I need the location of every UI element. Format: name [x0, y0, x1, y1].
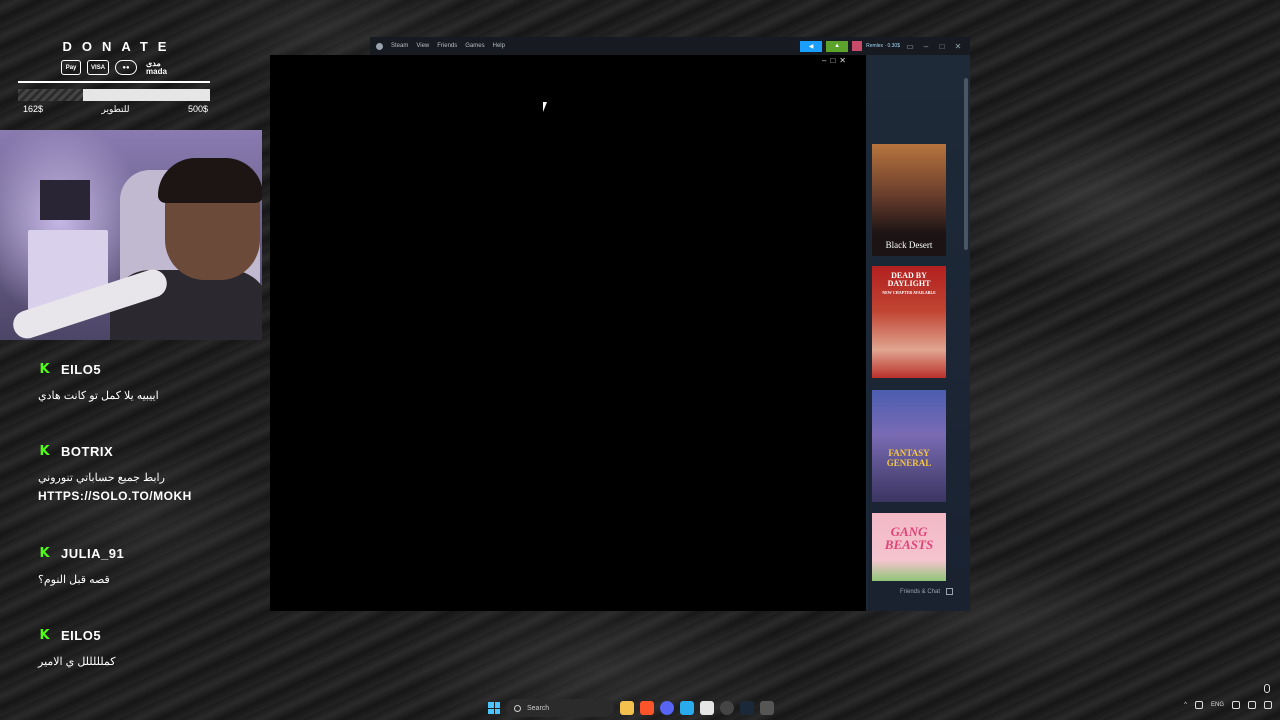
steam-logo-icon — [376, 42, 383, 50]
kick-icon: K — [39, 545, 50, 561]
kick-icon: K — [39, 361, 50, 377]
network-icon[interactable] — [1232, 701, 1240, 709]
goal-current: 162$ — [23, 104, 44, 114]
close-icon[interactable]: ✕ — [839, 56, 846, 65]
file-explorer-icon[interactable] — [620, 701, 634, 715]
donate-widget: DONATE Pay VISA ●● مدى mada 162$ للتطوير… — [18, 30, 213, 122]
donate-title: DONATE — [62, 39, 177, 54]
game-cover[interactable]: DEAD BY DAYLIGHT NEW CHAPTER AVAILABLE — [872, 266, 946, 378]
chat-message: K EILO5 اييبيه يلا كمل تو كانت هادي — [38, 358, 268, 404]
friends-chat-button[interactable]: Friends & Chat — [900, 588, 954, 595]
settings-icon[interactable] — [1264, 701, 1272, 709]
steam-titlebar: Steam View Friends Games Help ◀ ▲ Remlex… — [370, 37, 970, 55]
calendar-icon[interactable] — [700, 701, 714, 715]
chat-message: K BOTRIX رابط جميع حساباتي تنوروني HTTPS… — [38, 440, 268, 504]
kick-icon: K — [39, 627, 50, 643]
maximize-icon[interactable]: □ — [936, 42, 948, 51]
kick-icon: K — [39, 443, 50, 459]
game-title: FANTASY GENERAL — [886, 448, 932, 468]
chat-username: BOTRIX — [61, 443, 114, 459]
game-cover[interactable]: GANG BEASTS — [872, 513, 946, 581]
app-icon[interactable] — [760, 701, 774, 715]
brave-icon[interactable] — [640, 701, 654, 715]
microphone-icon[interactable] — [1194, 701, 1203, 709]
taskbar: Search ^ ENG — [0, 696, 1280, 720]
visa-icon: VISA — [87, 60, 110, 75]
goal-label: للتطوير — [101, 104, 130, 114]
chat-text: اييبيه يلا كمل تو كانت هادي — [38, 390, 159, 402]
mastercard-icon: ●● — [115, 60, 138, 75]
goal-labels: 162$ للتطوير 500$ — [18, 104, 210, 115]
chat-icon — [946, 588, 954, 595]
menu-games[interactable]: Games — [465, 43, 484, 49]
discord-icon[interactable] — [660, 701, 674, 715]
announcements-button[interactable]: ◀ — [800, 40, 823, 52]
mada-icon: مدى mada — [146, 58, 167, 76]
notifications-button[interactable]: ▲ — [826, 40, 849, 52]
cursor-icon — [543, 102, 551, 112]
avatar[interactable] — [852, 41, 863, 51]
chat-text: قصه قبل النوم؟ — [38, 574, 110, 586]
minimize-icon[interactable]: – — [822, 56, 826, 65]
steam-icon[interactable] — [740, 701, 754, 715]
search-input[interactable]: Search — [506, 699, 614, 717]
microphone-icon — [1264, 684, 1270, 693]
steam-menu: Steam View Friends Games Help — [370, 42, 505, 50]
close-icon[interactable]: ✕ — [952, 42, 964, 51]
chat-username: EILO5 — [61, 627, 102, 643]
language-indicator[interactable]: ENG — [1211, 702, 1224, 708]
obs-icon[interactable] — [720, 701, 734, 715]
menu-friends[interactable]: Friends — [437, 43, 457, 49]
account-name[interactable]: Remlex · 0.30$ — [866, 43, 900, 49]
chat-message: K JULIA_91 قصه قبل النوم؟ — [38, 542, 268, 588]
big-picture-icon[interactable]: ▭ — [904, 42, 916, 51]
chat-link: HTTPS://SOLO.TO/MOKH — [38, 489, 192, 503]
system-tray: ^ ENG — [1184, 701, 1272, 709]
start-icon[interactable] — [488, 702, 500, 714]
game-title: Black Desert — [885, 240, 933, 250]
telegram-icon[interactable] — [680, 701, 694, 715]
chat-username: JULIA_91 — [61, 545, 125, 561]
menu-view[interactable]: View — [416, 43, 429, 49]
donation-goal-fill — [83, 89, 210, 101]
apple-pay-icon: Pay — [61, 60, 82, 75]
game-title: GANG BEASTS — [884, 524, 934, 552]
goal-target: 500$ — [187, 104, 208, 114]
menu-steam[interactable]: Steam — [391, 43, 408, 49]
scrollbar[interactable] — [964, 78, 968, 250]
game-title: DEAD BY DAYLIGHT — [887, 271, 931, 288]
chat-text: رابط جميع حساباتي تنوروني — [38, 472, 165, 484]
chevron-up-icon[interactable]: ^ — [1184, 702, 1187, 708]
donation-goal-bar — [18, 89, 210, 101]
chat-message: K EILO5 كملللللل ي الامير — [38, 624, 268, 670]
payment-methods: Pay VISA ●● مدى mada — [18, 58, 213, 76]
minimize-icon[interactable]: – — [920, 42, 932, 51]
chat-username: EILO5 — [61, 361, 102, 377]
webcam-feed — [0, 130, 262, 340]
game-subtitle: NEW CHAPTER AVAILABLE — [882, 290, 936, 295]
divider — [18, 81, 210, 83]
search-icon — [514, 704, 521, 712]
chat-text: كملللللل ي الامير — [38, 656, 116, 668]
notification-icon[interactable] — [1248, 701, 1256, 709]
maximize-icon[interactable]: □ — [830, 56, 835, 65]
menu-help[interactable]: Help — [493, 43, 505, 49]
blank-window[interactable] — [270, 55, 866, 611]
game-cover[interactable]: Black Desert — [872, 144, 946, 256]
window-controls: – □ ✕ — [822, 56, 846, 65]
game-cover[interactable]: FANTASY GENERAL — [872, 390, 946, 502]
